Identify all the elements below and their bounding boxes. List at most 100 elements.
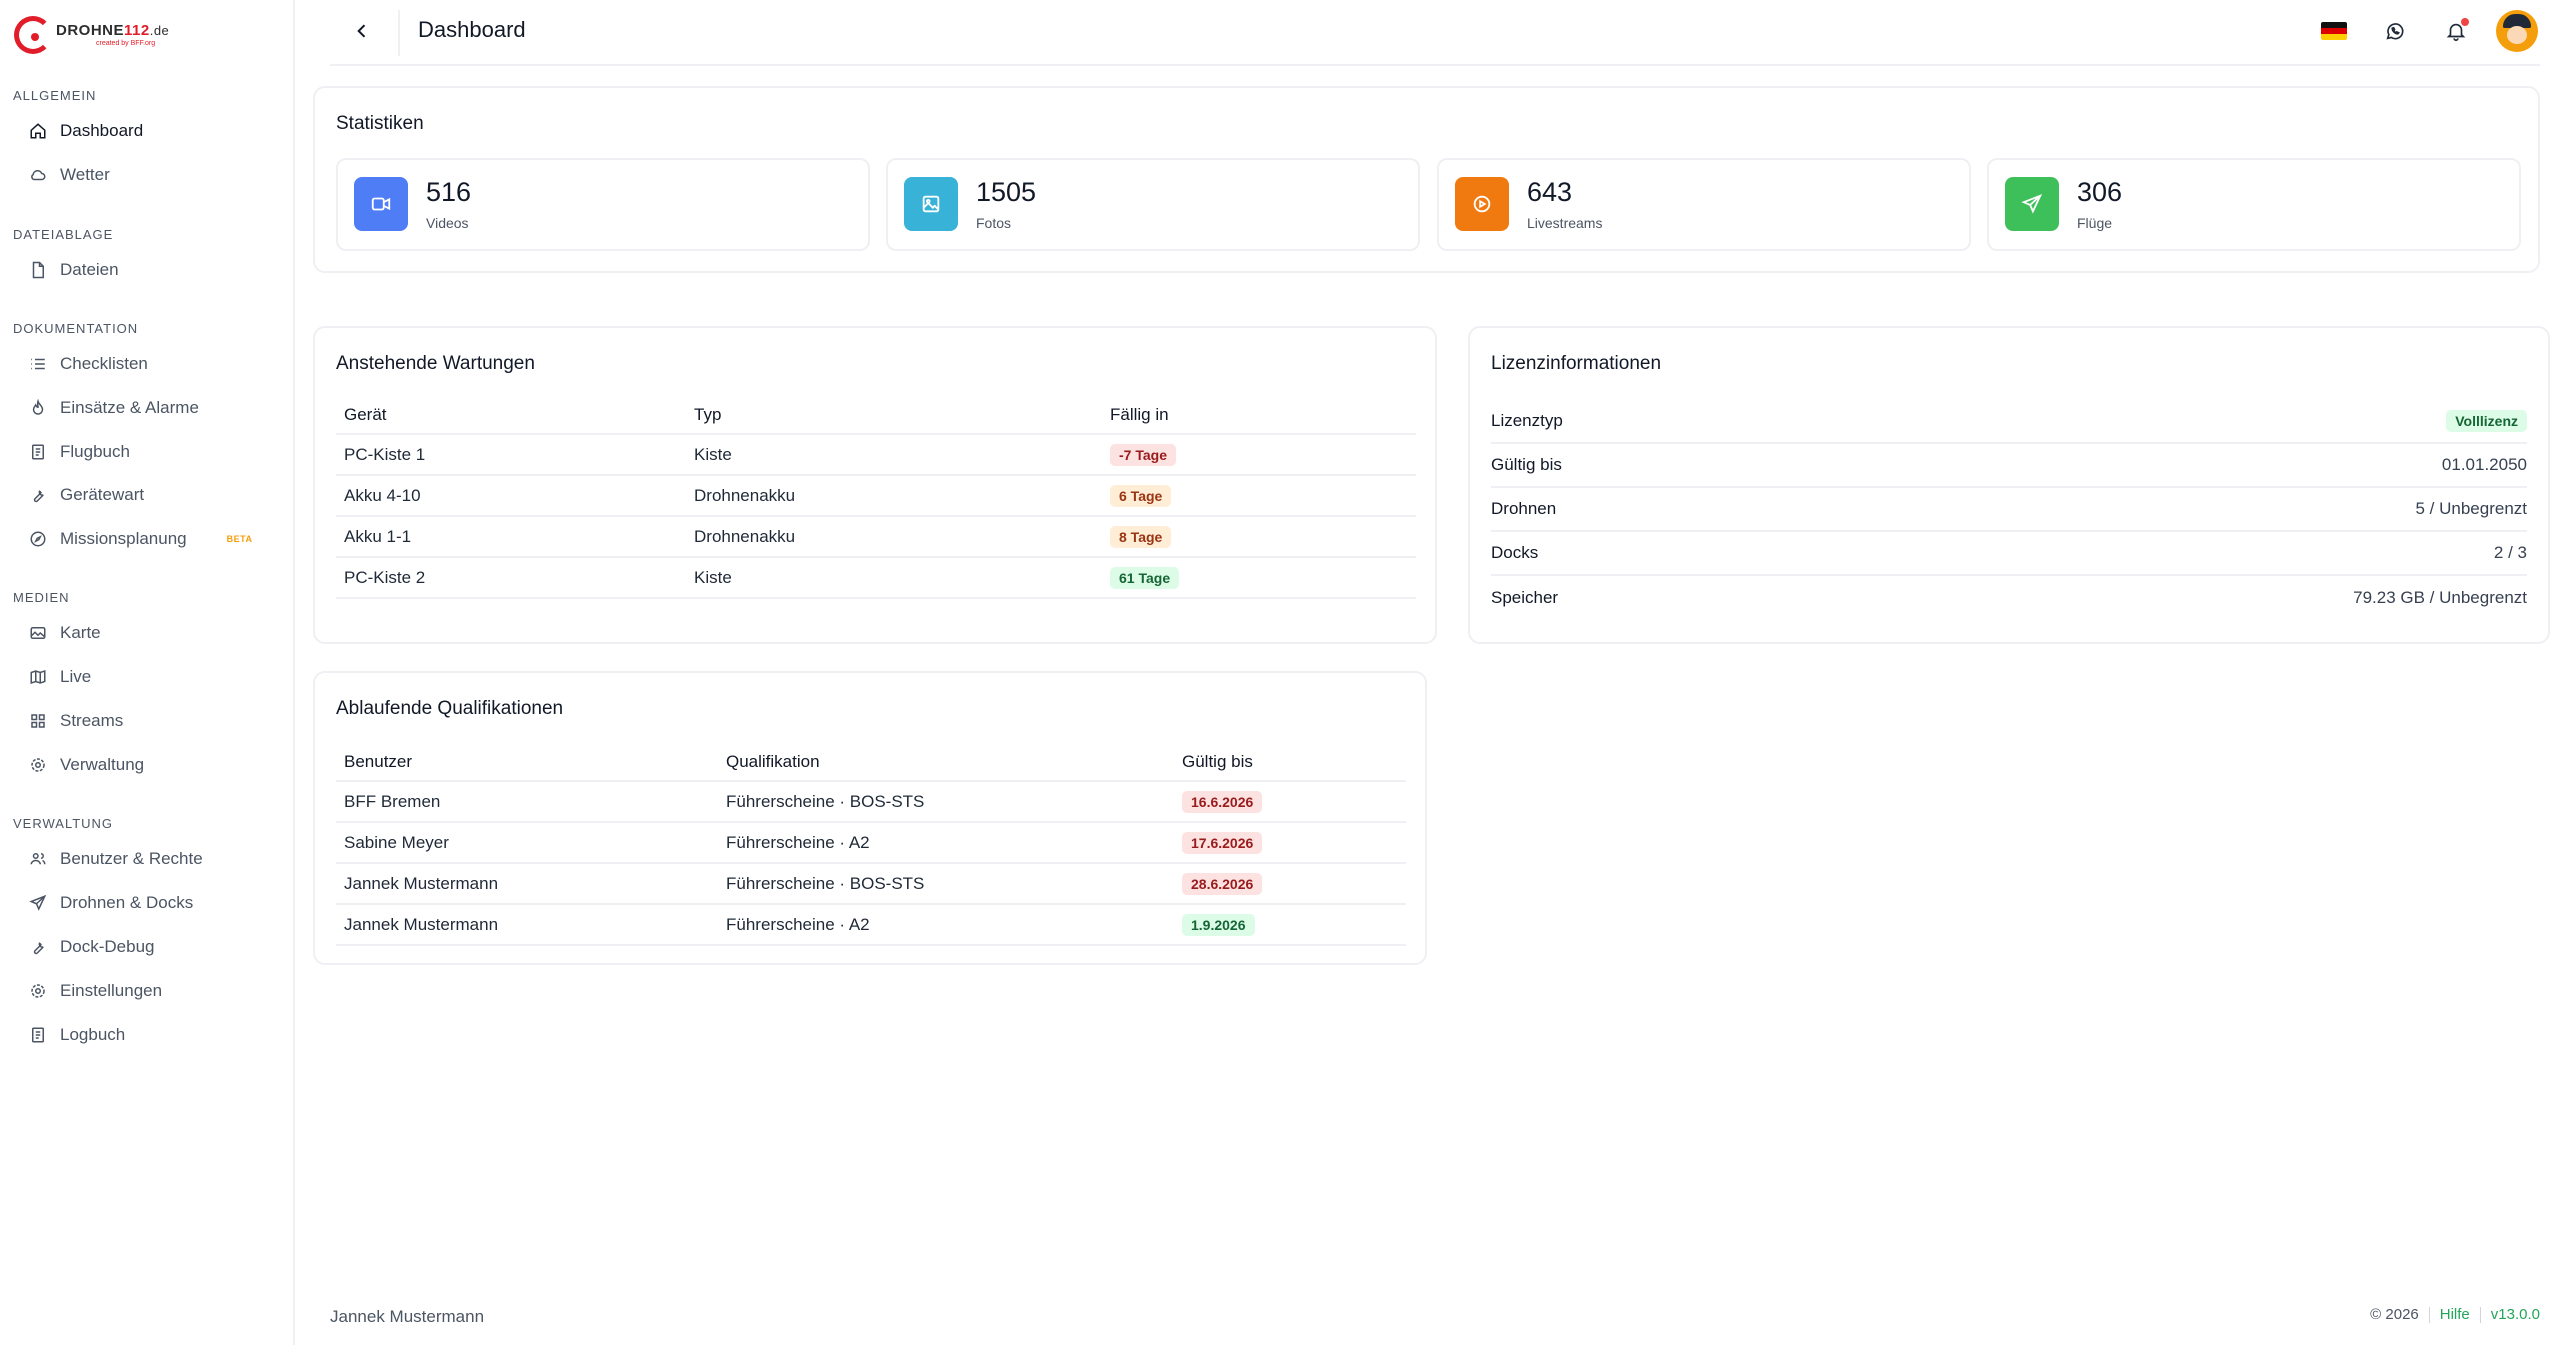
gear-icon [28, 755, 48, 775]
sidebar: DROHNE112.de created by BFF.org ALLGEMEI… [0, 0, 295, 1345]
table-row[interactable]: Jannek Mustermann Führerscheine · A2 1.9.2… [336, 904, 1406, 946]
column-header: Typ [686, 396, 1102, 435]
sidebar-item-drohnen-docks[interactable]: Drohnen & Docks [0, 883, 295, 923]
sidebar-item-label: Benutzer & Rechte [60, 849, 203, 868]
license-value: 5 / Unbegrenzt [2415, 499, 2527, 518]
sidebar-item-benutzer[interactable]: Benutzer & Rechte [0, 839, 295, 879]
sidebar-item-label: Einstellungen [60, 981, 163, 1000]
sidebar-item-einstellungen[interactable]: Einstellungen [0, 971, 295, 1011]
stat-label: Livestreams [1527, 215, 1603, 231]
chevron-left-icon [357, 24, 366, 38]
sidebar-item-label: Dashboard [60, 121, 144, 140]
avatar [2496, 10, 2538, 52]
back-button[interactable] [345, 14, 379, 48]
compass-icon [28, 529, 48, 549]
sidebar-item-live[interactable]: Live [0, 657, 295, 697]
table-row[interactable]: PC-Kiste 2 Kiste 61 Tage [336, 557, 1416, 599]
logo-tagline: created by BFF.org [96, 40, 156, 47]
license-value: 01.01.2050 [2441, 455, 2527, 474]
table-row[interactable]: BFF Bremen Führerscheine · BOS-STS 16.6.20… [336, 781, 1406, 823]
footer-user: Jannek Mustermann [330, 1307, 485, 1326]
sidebar-item-dateien[interactable]: Dateien [0, 250, 295, 290]
section-verwaltung: VERWALTUNG [13, 816, 114, 831]
table-row[interactable]: Akku 4-10 Drohnenakku 6 Tage [336, 475, 1416, 517]
section-dateiablage: DATEIABLAGE [13, 227, 114, 242]
sidebar-item-logbuch[interactable]: Logbuch [0, 1015, 295, 1055]
page-title: Dashboard [418, 17, 526, 42]
table-row[interactable]: Akku 1-1 Drohnenakku 8 Tage [336, 516, 1416, 558]
column-header: Benutzer [336, 743, 718, 782]
sidebar-item-karte[interactable]: Karte [0, 613, 295, 653]
user-menu-button[interactable] [2494, 8, 2540, 54]
status-badge: 6 Tage [1110, 484, 1172, 507]
language-button[interactable] [2311, 8, 2357, 54]
file-icon [28, 260, 48, 280]
sidebar-item-wetter[interactable]: Wetter [0, 155, 295, 195]
status-badge: 61 Tage [1110, 566, 1180, 589]
list-icon [28, 354, 48, 374]
sidebar-item-label: Flugbuch [60, 442, 130, 461]
notification-dot [2461, 18, 2469, 26]
license-row: Lizenztyp Volllizenz [1491, 400, 2527, 444]
sidebar-item-streams[interactable]: Streams [0, 701, 295, 741]
column-header: Qualifikation [718, 743, 1174, 782]
sidebar-item-missionsplanung[interactable]: Missionsplanung BETA [0, 519, 295, 559]
stat-livestreams[interactable]: 643 Livestreams [1437, 158, 1971, 251]
sidebar-item-flugbuch[interactable]: Flugbuch [0, 432, 295, 472]
footer-copyright: © 2026 [2370, 1306, 2419, 1323]
stat-fotos[interactable]: 1505 Fotos [886, 158, 1420, 251]
table-row[interactable]: Sabine Meyer Führerscheine · A2 17.6.2026 [336, 822, 1406, 864]
sidebar-item-einsaetze[interactable]: Einsätze & Alarme [0, 388, 295, 428]
sidebar-item-dock-debug[interactable]: Dock-Debug [0, 927, 295, 967]
stats-title: Statistiken [336, 113, 424, 134]
cloud-icon [28, 165, 48, 185]
stats-card: Statistiken 516 Videos 1505 Fotos 643 Li… [313, 86, 2540, 273]
maintenance-table: Gerät Typ Fällig in PC-Kiste 1 Kiste -7 Ta… [336, 396, 1416, 599]
stat-fluege[interactable]: 306 Flüge [1987, 158, 2521, 251]
license-key: Speicher [1491, 588, 1559, 607]
sidebar-item-label: Missionsplanung [60, 529, 187, 548]
video-icon [354, 177, 408, 231]
stat-value: 306 [2077, 177, 2123, 207]
app-root: DROHNE112.de created by BFF.org ALLGEMEI… [0, 0, 2553, 1345]
table-row[interactable]: Jannek Mustermann Führerscheine · BOS-STS… [336, 863, 1406, 905]
home-icon [28, 121, 48, 141]
license-key: Lizenztyp [1491, 411, 1563, 430]
qualifications-table: Benutzer Qualifikation Gültig bis BFF Br… [336, 743, 1406, 946]
wrench-icon [28, 485, 48, 505]
table-header-row: Benutzer Qualifikation Gültig bis [336, 743, 1406, 782]
sidebar-item-label: Gerätewart [60, 485, 145, 504]
status-badge: 8 Tage [1110, 525, 1172, 548]
stat-value: 1505 [976, 177, 1037, 207]
stat-value: 516 [426, 177, 472, 207]
brand-logo[interactable]: DROHNE112.de created by BFF.org [14, 16, 169, 54]
license-key: Docks [1491, 543, 1539, 562]
license-type-badge: Volllizenz [2446, 410, 2527, 432]
sidebar-item-geraetewart[interactable]: Gerätewart [0, 475, 295, 515]
grid-icon [28, 711, 48, 731]
send-icon [28, 893, 48, 913]
table-header-row: Gerät Typ Fällig in [336, 396, 1416, 435]
divider [398, 10, 400, 56]
license-card: Lizenzinformationen Lizenztyp Volllizenz… [1468, 326, 2550, 644]
column-header: Gültig bis [1174, 743, 1406, 782]
help-link[interactable]: Hilfe [2440, 1306, 2470, 1323]
license-row: Docks 2 / 3 [1491, 532, 2527, 576]
whatsapp-button[interactable] [2372, 8, 2418, 54]
sidebar-item-label: Verwaltung [60, 755, 145, 774]
sidebar-item-verwaltung[interactable]: Verwaltung [0, 745, 295, 785]
fire-icon [28, 398, 48, 418]
license-title: Lizenzinformationen [1491, 353, 1662, 374]
sidebar-item-dashboard[interactable]: Dashboard [0, 111, 295, 151]
sidebar-item-label: Logbuch [60, 1025, 126, 1044]
footer-meta: © 2026 Hilfe v13.0.0 [2370, 1306, 2540, 1323]
sidebar-item-checklisten[interactable]: Checklisten [0, 344, 295, 384]
notifications-button[interactable] [2433, 8, 2479, 54]
book-icon [28, 1025, 48, 1045]
license-row: Gültig bis 01.01.2050 [1491, 444, 2527, 488]
maintenance-title: Anstehende Wartungen [336, 353, 535, 374]
status-badge: 28.6.2026 [1182, 872, 1263, 895]
table-row[interactable]: PC-Kiste 1 Kiste -7 Tage [336, 434, 1416, 476]
logo-brand-a: DROHNE [56, 22, 125, 39]
stat-videos[interactable]: 516 Videos [336, 158, 870, 251]
